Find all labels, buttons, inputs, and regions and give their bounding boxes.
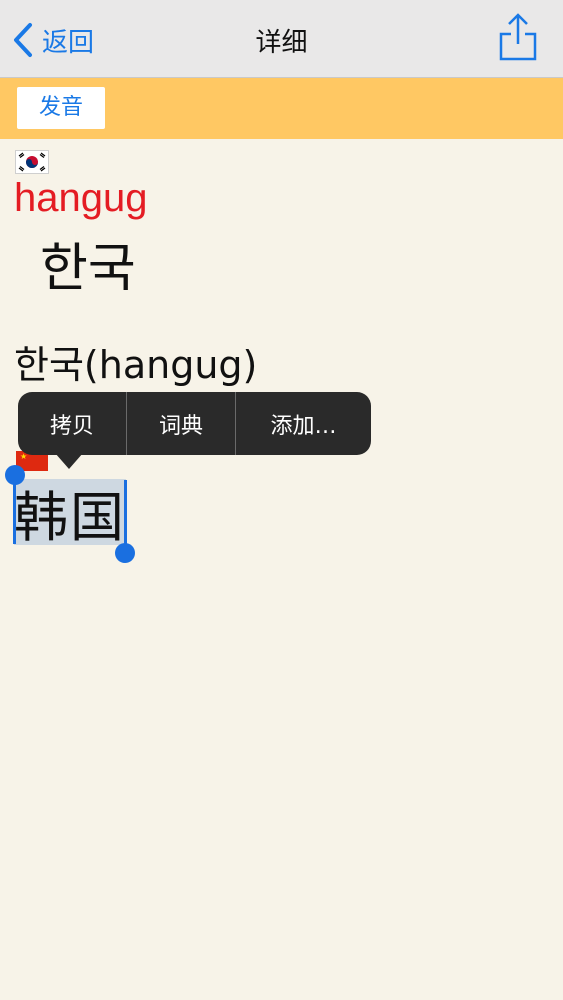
menu-item-dictionary[interactable]: 词典 — [127, 392, 235, 455]
korean-word: 한국 — [40, 239, 136, 299]
selection-end-handle[interactable] — [115, 543, 135, 563]
romanization-text: hangug — [14, 176, 148, 220]
korean-with-romanization: 한국(hangug) — [14, 343, 258, 387]
pronounce-button[interactable]: 发音 — [17, 87, 105, 129]
menu-item-copy[interactable]: 拷贝 — [18, 392, 126, 455]
action-toolbar: 发音 — [0, 78, 563, 139]
selection-start-handle-line — [13, 476, 16, 544]
share-button[interactable] — [499, 12, 537, 62]
page-title: 详细 — [255, 28, 308, 58]
menu-item-add[interactable]: 添加… — [236, 392, 371, 455]
context-menu-arrow — [55, 453, 83, 469]
share-icon — [499, 13, 537, 61]
navigation-bar: 返回 详细 — [0, 0, 563, 78]
selection-start-handle[interactable] — [5, 465, 25, 485]
south-korea-flag-icon — [15, 150, 49, 174]
chinese-translation[interactable]: 韩国 — [14, 473, 126, 552]
selection-end-handle-line — [124, 480, 127, 548]
context-menu: 拷贝 词典 添加… — [18, 392, 371, 455]
